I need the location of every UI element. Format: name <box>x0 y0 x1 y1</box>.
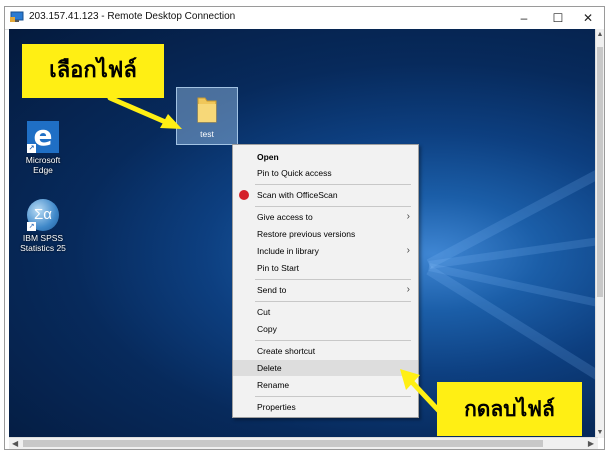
menu-separator <box>255 279 411 280</box>
menu-separator <box>255 340 411 341</box>
chevron-right-icon: › <box>406 245 410 256</box>
menu-item-label: Include in library <box>257 246 319 256</box>
scroll-left-icon[interactable]: ◀ <box>12 438 18 449</box>
menu-item-restore-versions[interactable]: Restore previous versions <box>233 226 418 242</box>
officescan-icon <box>239 190 249 200</box>
folder-label: test <box>200 129 214 139</box>
remote-desktop-icon <box>10 11 24 22</box>
wallpaper-ray <box>428 263 598 321</box>
menu-item-send-to[interactable]: Send to › <box>233 282 418 298</box>
menu-item-label: Scan with OfficeScan <box>257 190 338 200</box>
menu-item-copy[interactable]: Copy <box>233 321 418 337</box>
edge-icon: e ↗ <box>27 121 59 153</box>
desktop-icon-label: Statistics 25 <box>20 243 66 253</box>
annotation-select-file: เลือกไฟล์ <box>22 44 164 98</box>
annotation-delete-file: กดลบไฟล์ <box>437 382 582 436</box>
spss-icon: Σα ↗ <box>27 199 59 231</box>
menu-item-include-library[interactable]: Include in library › <box>233 243 418 259</box>
vertical-scrollbar[interactable]: ▲ ▼ <box>595 29 604 438</box>
menu-item-label: Give access to <box>257 212 313 222</box>
minimize-button[interactable]: – <box>507 7 541 29</box>
menu-item-give-access[interactable]: Give access to › <box>233 209 418 225</box>
maximize-button[interactable]: ☐ <box>541 7 575 29</box>
menu-item-pin-quick-access[interactable]: Pin to Quick access <box>233 165 418 181</box>
chevron-right-icon: › <box>406 211 410 222</box>
menu-item-create-shortcut[interactable]: Create shortcut <box>233 343 418 359</box>
menu-item-cut[interactable]: Cut <box>233 304 418 320</box>
folder-icon <box>197 97 217 123</box>
menu-item-pin-start[interactable]: Pin to Start <box>233 260 418 276</box>
close-button[interactable]: ✕ <box>571 7 605 29</box>
folder-test[interactable]: test <box>176 87 238 145</box>
context-menu: Open Pin to Quick access Scan with Offic… <box>232 144 419 418</box>
menu-item-properties[interactable]: Properties <box>233 399 418 415</box>
desktop-icon-label: Microsoft <box>25 155 61 165</box>
desktop-icon-edge[interactable]: e ↗ Microsoft Edge <box>13 121 73 176</box>
title-bar: 203.157.41.123 - Remote Desktop Connecti… <box>5 7 604 30</box>
scroll-down-icon[interactable]: ▼ <box>596 429 604 436</box>
menu-separator <box>255 206 411 207</box>
menu-item-delete[interactable]: Delete <box>233 360 418 376</box>
desktop-icon-spss[interactable]: Σα ↗ IBM SPSS Statistics 25 <box>13 199 73 253</box>
menu-separator <box>255 301 411 302</box>
menu-item-open[interactable]: Open <box>233 149 418 165</box>
horizontal-scroll-thumb[interactable] <box>23 440 543 447</box>
vertical-scroll-thumb[interactable] <box>597 47 603 297</box>
desktop-icon-label: IBM SPSS <box>22 233 64 243</box>
desktop-icon-label: Edge <box>33 165 53 175</box>
menu-item-rename[interactable]: Rename <box>233 377 418 393</box>
scroll-right-icon[interactable]: ▶ <box>588 438 594 449</box>
chevron-right-icon: › <box>406 284 410 295</box>
menu-separator <box>255 396 411 397</box>
horizontal-scrollbar[interactable]: ◀ ▶ <box>9 437 598 449</box>
menu-item-scan-officescan[interactable]: Scan with OfficeScan <box>233 187 418 203</box>
window-title: 203.157.41.123 - Remote Desktop Connecti… <box>29 11 236 22</box>
menu-separator <box>255 184 411 185</box>
scroll-up-icon[interactable]: ▲ <box>596 31 604 38</box>
menu-item-label: Send to <box>257 285 287 295</box>
